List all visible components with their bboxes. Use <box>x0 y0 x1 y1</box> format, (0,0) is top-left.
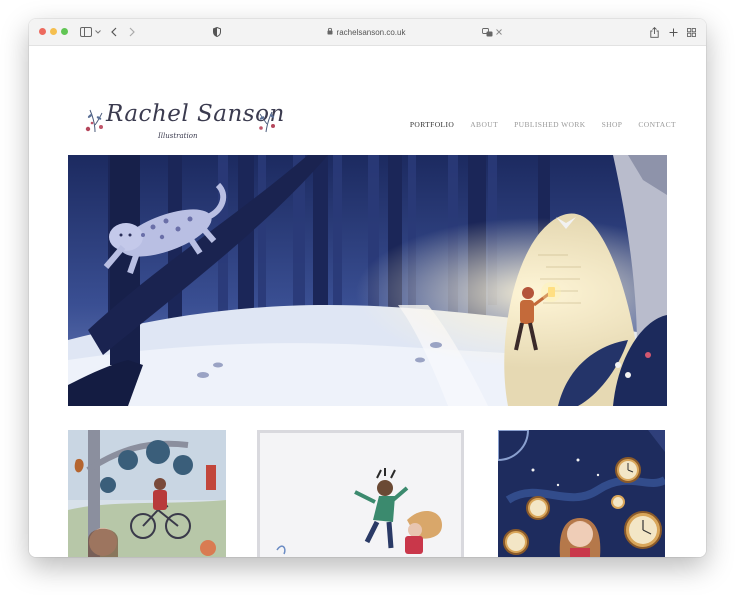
close-icon[interactable] <box>495 25 503 39</box>
main-nav: PORTFOLIO ABOUT PUBLISHED WORK SHOP CONT… <box>410 120 676 129</box>
hero-illustration[interactable] <box>68 155 667 406</box>
zoom-window-button[interactable] <box>61 28 68 35</box>
url-text: rachelsanson.co.uk <box>336 27 406 37</box>
close-window-button[interactable] <box>39 28 46 35</box>
site-logo[interactable]: Rachel Sanson Illustration <box>84 101 284 153</box>
web-page: Rachel Sanson Illustration PORTFOLIO ABO… <box>29 46 706 557</box>
grid-icon[interactable] <box>686 25 696 39</box>
minimize-window-button[interactable] <box>50 28 57 35</box>
lock-icon <box>327 27 333 37</box>
portfolio-thumbnail-running-kids[interactable] <box>257 430 464 557</box>
nav-item-contact[interactable]: CONTACT <box>638 120 676 129</box>
portfolio-thumbnail-cycling[interactable] <box>68 430 226 557</box>
floral-sprig-icon <box>259 111 275 133</box>
sidebar-icon[interactable] <box>79 25 95 39</box>
nav-item-portfolio[interactable]: PORTFOLIO <box>410 120 454 129</box>
browser-toolbar: rachelsanson.co.uk <box>29 19 706 46</box>
chevron-down-icon[interactable] <box>94 25 102 39</box>
portfolio-thumbnail-clocks[interactable] <box>498 430 665 557</box>
browser-window: rachelsanson.co.uk Rachel Sanson Illustr… <box>29 19 706 557</box>
shield-icon[interactable] <box>212 25 222 39</box>
nav-item-published-work[interactable]: PUBLISHED WORK <box>514 120 586 129</box>
share-icon[interactable] <box>649 25 659 39</box>
floral-sprig-icon <box>85 109 103 133</box>
translate-icon[interactable] <box>481 25 493 39</box>
address-bar[interactable]: rachelsanson.co.uk <box>226 24 506 40</box>
logo-subtitle: Illustration <box>158 132 198 140</box>
nav-item-shop[interactable]: SHOP <box>602 120 623 129</box>
chevron-right-icon[interactable] <box>127 25 137 39</box>
chevron-left-icon[interactable] <box>109 25 119 39</box>
plus-icon[interactable] <box>668 25 678 39</box>
nav-item-about[interactable]: ABOUT <box>470 120 498 129</box>
